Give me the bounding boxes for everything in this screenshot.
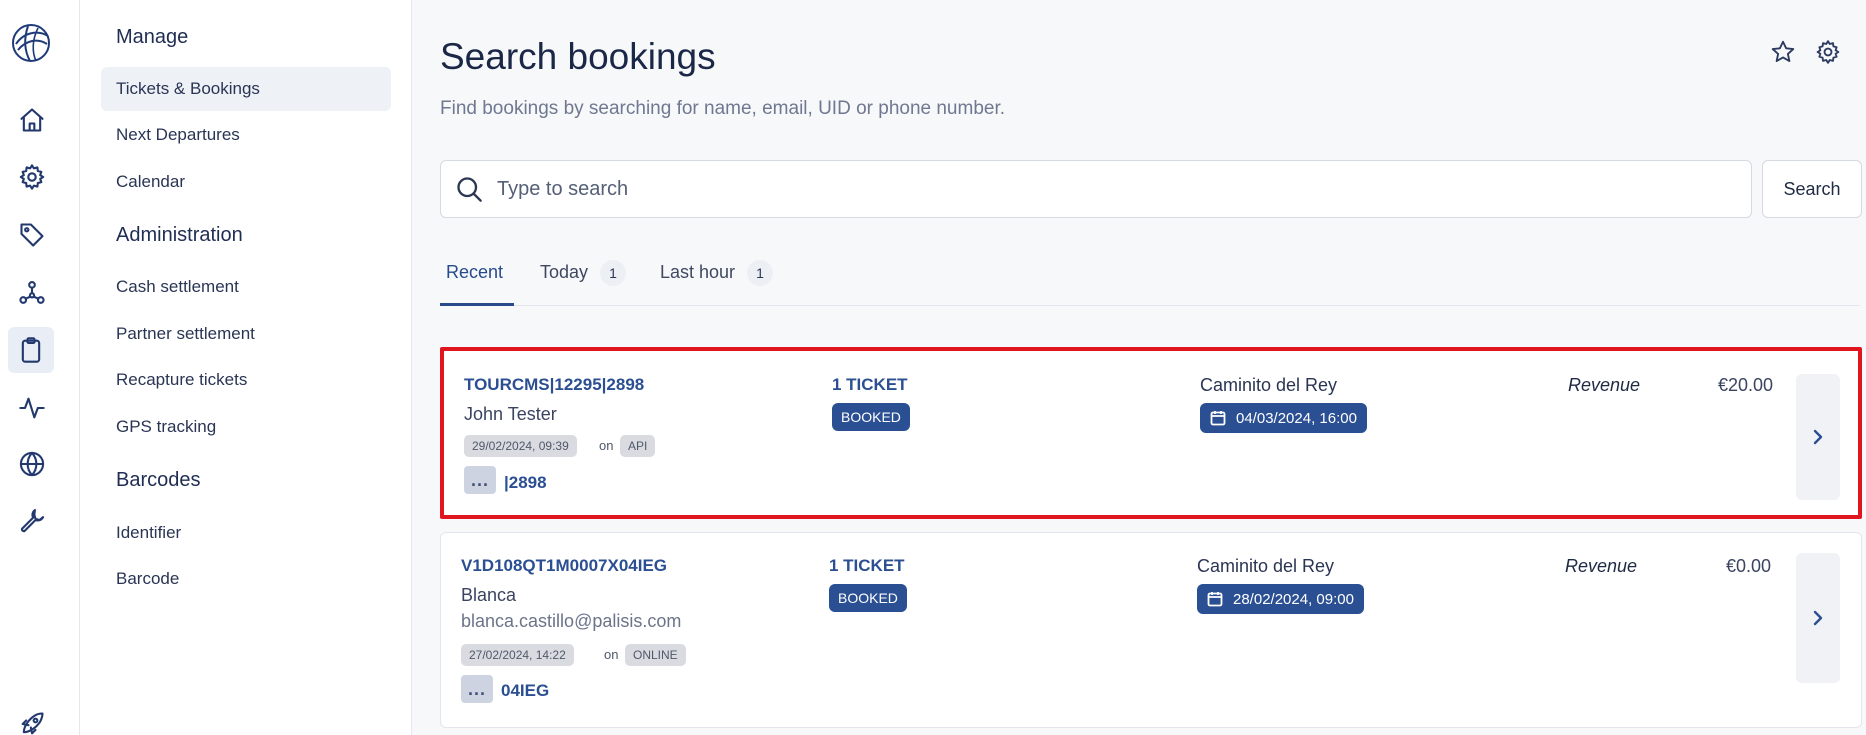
search-button[interactable]: Search: [1762, 160, 1862, 218]
nav-item-cash-settlement[interactable]: Cash settlement: [101, 265, 391, 309]
page-subtitle: Find bookings by searching for name, ema…: [440, 98, 1006, 119]
network-icon[interactable]: [14, 275, 50, 311]
globe-icon[interactable]: [14, 446, 50, 482]
settings-gear-icon[interactable]: [1812, 36, 1844, 68]
nav-item-barcode[interactable]: Barcode: [101, 557, 391, 601]
search-icon: [457, 177, 482, 202]
on-label: on: [604, 647, 619, 662]
channel-badge: ONLINE: [625, 644, 686, 666]
tab-today-label: Today: [540, 262, 589, 282]
ticket-count: 1 TICKET: [832, 375, 908, 394]
booking-reference: |2898: [504, 473, 547, 492]
search-input[interactable]: [497, 177, 1697, 201]
departure-datetime: 04/03/2024, 16:00: [1236, 409, 1357, 427]
rocket-icon[interactable]: [14, 706, 50, 735]
nav-group-barcodes-heading: Barcodes: [116, 469, 201, 491]
tabs-bar: Recent Today 1 Last hour 1: [440, 258, 1860, 306]
departure-badge: 04/03/2024, 16:00: [1200, 403, 1367, 433]
booking-card[interactable]: TOURCMS|12295|2898 John Tester 29/02/202…: [440, 347, 1862, 519]
tag-icon[interactable]: [14, 217, 50, 253]
more-options-button[interactable]: ...: [464, 466, 496, 494]
activity-icon[interactable]: [14, 390, 50, 426]
booking-uid[interactable]: TOURCMS|12295|2898: [464, 375, 644, 395]
nav-group-administration-heading: Administration: [116, 224, 243, 246]
status-badge: BOOKED: [829, 584, 907, 612]
icon-rail: [0, 0, 80, 735]
nav-item-gps-tracking[interactable]: GPS tracking: [101, 405, 391, 449]
customer-email: blanca.castillo@palisis.com: [461, 611, 682, 631]
revenue-amount: €0.00: [1726, 556, 1772, 576]
nav-item-calendar[interactable]: Calendar: [101, 160, 391, 204]
departure-datetime: 28/02/2024, 09:00: [1233, 590, 1354, 608]
customer-name: John Tester: [464, 404, 557, 424]
wrench-icon[interactable]: [14, 502, 50, 538]
nav-item-identifier[interactable]: Identifier: [101, 511, 391, 555]
tab-today-count: 1: [600, 260, 627, 286]
nav-item-next-departures[interactable]: Next Departures: [101, 113, 391, 157]
nav-item-partner-settlement[interactable]: Partner settlement: [101, 312, 391, 356]
status-badge: BOOKED: [832, 403, 910, 431]
more-options-button[interactable]: ...: [461, 675, 493, 703]
departure-badge: 28/02/2024, 09:00: [1197, 584, 1364, 614]
chevron-right-icon: [1813, 610, 1823, 626]
calendar-icon: [1210, 411, 1226, 426]
booking-card[interactable]: V1D108QT1M0007X04IEG Blanca blanca.casti…: [440, 532, 1862, 728]
search-box: [440, 160, 1752, 218]
main-content: Search bookings Find bookings by searchi…: [412, 0, 1866, 735]
customer-name: Blanca: [461, 585, 517, 605]
tab-recent[interactable]: Recent: [440, 258, 514, 306]
page-title: Search bookings: [440, 36, 716, 77]
gear-icon[interactable]: [14, 159, 50, 195]
calendar-icon: [1207, 592, 1223, 607]
open-booking-button[interactable]: [1796, 374, 1840, 500]
nav-item-tickets-bookings[interactable]: Tickets & Bookings: [101, 67, 391, 111]
created-timestamp: 29/02/2024, 09:39: [464, 435, 577, 457]
clipboard-icon[interactable]: [8, 327, 54, 373]
on-label: on: [599, 438, 614, 453]
nav-group-manage-heading: Manage: [116, 26, 189, 48]
tab-last-hour-count: 1: [747, 260, 774, 286]
nav-item-recapture-tickets[interactable]: Recapture tickets: [101, 358, 391, 402]
home-icon[interactable]: [14, 102, 50, 138]
logo-icon[interactable]: [10, 22, 52, 64]
channel-badge: API: [620, 435, 656, 457]
revenue-amount: €20.00: [1718, 375, 1774, 395]
booking-reference: 04IEG: [501, 681, 550, 700]
tab-last-hour-label: Last hour: [660, 262, 736, 282]
chevron-right-icon: [1813, 429, 1823, 445]
star-icon[interactable]: [1767, 36, 1799, 68]
tab-last-hour[interactable]: Last hour 1: [660, 258, 774, 306]
tab-recent-label: Recent: [446, 262, 504, 282]
created-timestamp: 27/02/2024, 14:22: [461, 644, 574, 666]
open-booking-button[interactable]: [1796, 553, 1840, 683]
booking-uid[interactable]: V1D108QT1M0007X04IEG: [461, 556, 667, 576]
product-name: Caminito del Rey: [1200, 375, 1338, 395]
sub-navigation: Manage Tickets & Bookings Next Departure…: [80, 0, 412, 735]
product-name: Caminito del Rey: [1197, 556, 1335, 576]
revenue-label: Revenue: [1565, 556, 1638, 576]
ticket-count: 1 TICKET: [829, 556, 905, 575]
revenue-label: Revenue: [1568, 375, 1641, 395]
tab-today[interactable]: Today 1: [540, 258, 627, 306]
